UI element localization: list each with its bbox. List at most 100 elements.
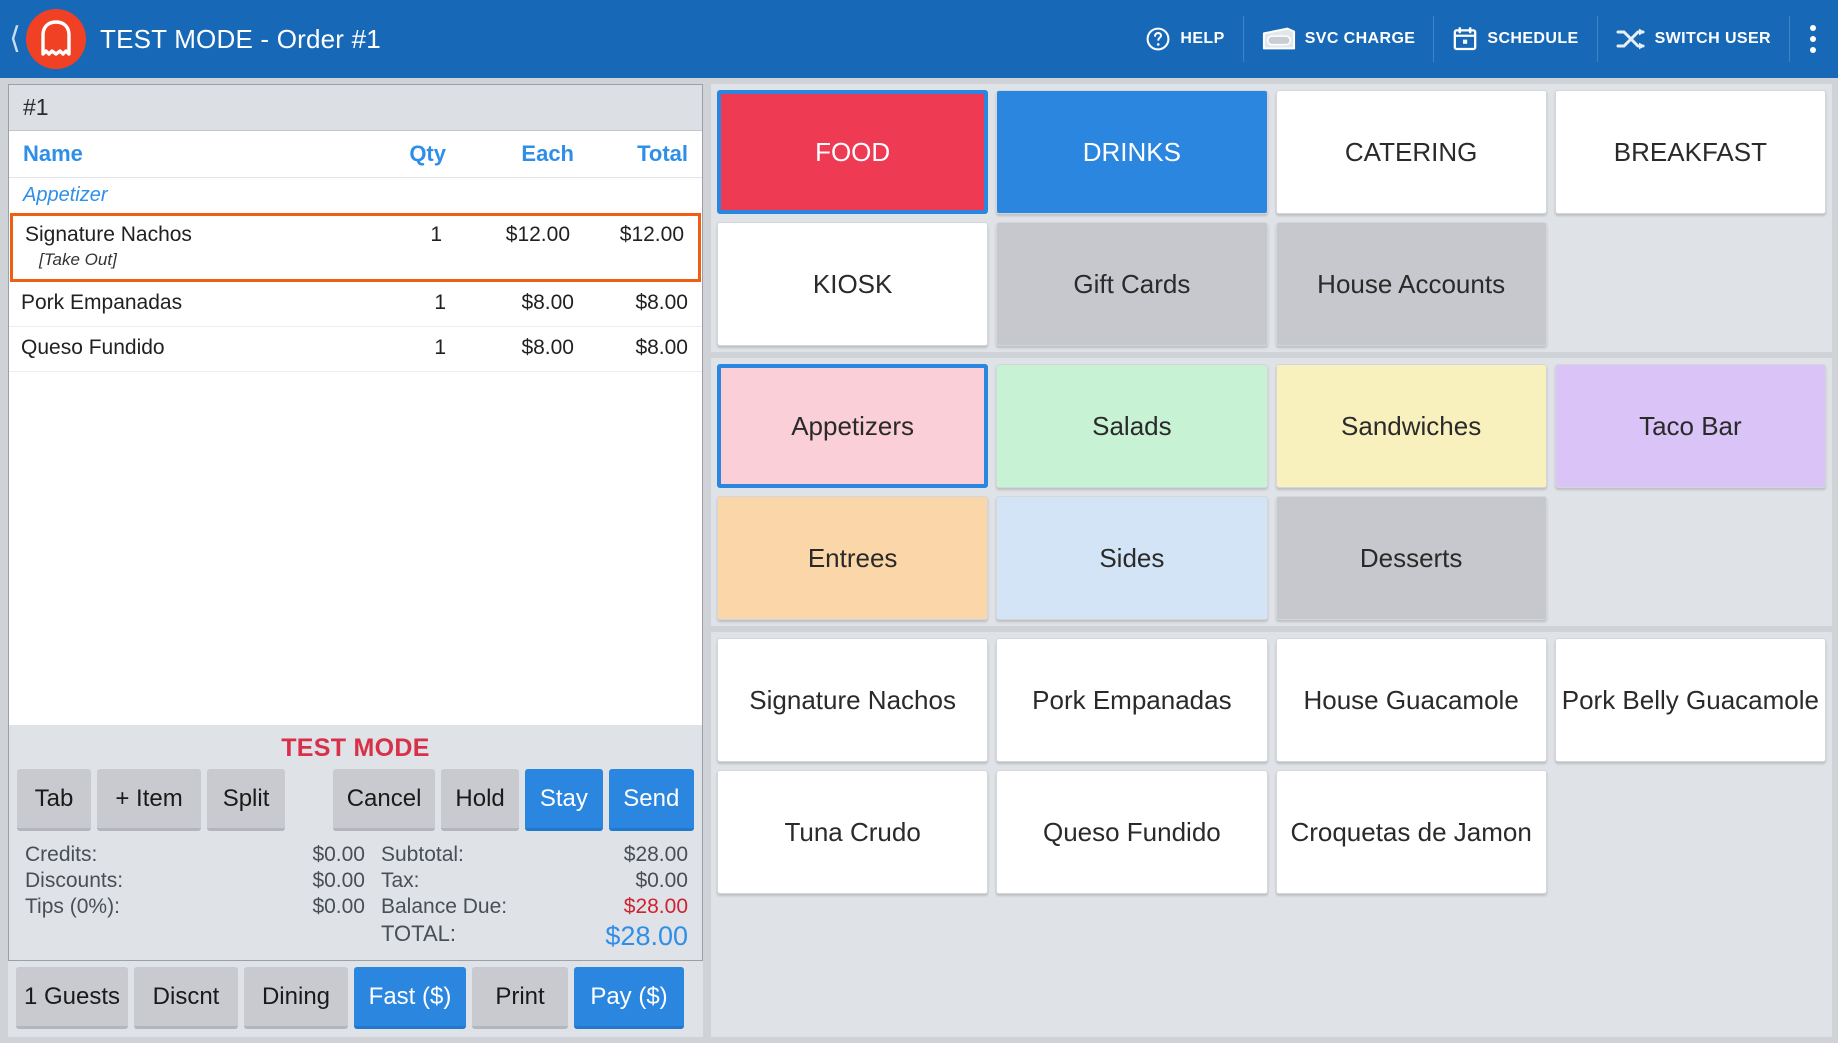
item-tile-signature-nachos[interactable]: Signature Nachos <box>717 638 989 762</box>
order-ticket: #1 Name Qty Each Total Appetizer Signatu… <box>8 84 703 961</box>
order-group-label: Appetizer <box>23 184 108 206</box>
sub-tile-desserts[interactable]: Desserts <box>1275 496 1547 620</box>
help-label: HELP <box>1180 30 1225 47</box>
fast-button[interactable]: Fast ($) <box>354 967 466 1029</box>
cash-bill-icon <box>1262 26 1296 52</box>
column-header-name: Name <box>23 141 83 166</box>
balance-due-label: Balance Due: <box>381 895 508 918</box>
order-lines-container: Signature Nachos [Take Out] 1 $12.00 $12.00 P… <box>9 213 702 372</box>
cat-tile-drinks[interactable]: DRINKS <box>996 90 1268 214</box>
sub-tile-entrees[interactable]: Entrees <box>717 496 989 620</box>
item-section: Signature Nachos Pork Empanadas House Guac… <box>711 632 1832 1037</box>
subtotal-label: Subtotal: <box>381 843 464 866</box>
cat-tile-breakfast[interactable]: BREAKFAST <box>1554 90 1826 214</box>
order-line-total: $8.00 <box>635 291 688 314</box>
category-grid: FOOD DRINKS CATERING BREAKFAST KIOSK Gift Car… <box>717 90 1826 346</box>
item-tile-queso-fundido[interactable]: Queso Fundido <box>996 770 1268 894</box>
item-tile-croquetas-de-jamon[interactable]: Croquetas de Jamon <box>1275 770 1547 894</box>
cat-tile-kiosk[interactable]: KIOSK <box>717 222 989 346</box>
svc-charge-button[interactable]: SVC CHARGE <box>1242 16 1434 62</box>
sub-tile-appetizers[interactable]: Appetizers <box>717 364 989 488</box>
order-line-name-cell: Pork Empanadas <box>9 291 354 315</box>
menu-panel: FOOD DRINKS CATERING BREAKFAST KIOSK Gift Car… <box>707 78 1838 1043</box>
item-tile-pork-empanadas[interactable]: Pork Empanadas <box>996 638 1268 762</box>
1-guests-button[interactable]: 1 Guests <box>16 967 128 1029</box>
schedule-button[interactable]: SCHEDULE <box>1433 16 1596 62</box>
subcategory-grid: Appetizers Salads Sandwiches Taco Bar Entree… <box>717 364 1826 620</box>
column-header-total: Total <box>637 141 688 166</box>
order-line-item[interactable]: Queso Fundido 1 $8.00 $8.00 <box>9 327 702 372</box>
split-button[interactable]: Split <box>207 769 285 831</box>
cat-tile-gift-cards[interactable]: Gift Cards <box>996 222 1268 346</box>
grand-total-label: TOTAL: <box>381 921 456 946</box>
main-body: #1 Name Qty Each Total Appetizer Signatu… <box>0 78 1838 1043</box>
sub-tile-sandwiches[interactable]: Sandwiches <box>1275 364 1547 488</box>
item-tile-pork-belly-guacamole[interactable]: Pork Belly Guacamole <box>1554 638 1826 762</box>
discounts-value: $0.00 <box>312 869 365 892</box>
dining-button[interactable]: Dining <box>244 967 348 1029</box>
totals-spacer-b <box>240 921 365 952</box>
sub-tile-taco-bar[interactable]: Taco Bar <box>1554 364 1826 488</box>
cat-tile-food[interactable]: FOOD <box>717 90 989 214</box>
subcategory-section: Appetizers Salads Sandwiches Taco Bar Entree… <box>711 358 1832 626</box>
switch-user-button[interactable]: SWITCH USER <box>1596 16 1789 62</box>
order-line-qty: 1 <box>430 223 442 246</box>
cat-tile-house-accounts[interactable]: House Accounts <box>1275 222 1547 346</box>
hold-button[interactable]: Hold <box>441 769 519 831</box>
kebab-menu-icon[interactable] <box>1789 16 1838 62</box>
ticket-tab-bar: #1 <box>9 85 702 131</box>
order-totals: Credits: $0.00 Subtotal: $28.00 Discount… <box>9 837 702 960</box>
order-line-qty: 1 <box>434 291 446 314</box>
order-ticket-panel: #1 Name Qty Each Total Appetizer Signatu… <box>0 78 707 1043</box>
send-button[interactable]: Send <box>608 769 694 831</box>
sub-tile-sides[interactable]: Sides <box>996 496 1268 620</box>
item-tile-empty <box>1555 770 1826 894</box>
order-line-total: $12.00 <box>619 223 684 246</box>
item-grid: Signature Nachos Pork Empanadas House Guac… <box>717 638 1826 894</box>
bread-loaf-logo-icon <box>26 9 86 69</box>
top-app-bar: ⟨ TEST MODE - Order #1 HELP SVC CHARGE S… <box>0 0 1838 78</box>
category-section: FOOD DRINKS CATERING BREAKFAST KIOSK Gift Car… <box>711 84 1832 352</box>
ticket-bottom-buttons: 1 Guests Discnt Dining Fast ($) Print Pay ($) <box>8 961 703 1037</box>
cancel-button[interactable]: Cancel <box>332 769 436 831</box>
item-tile-tuna-crudo[interactable]: Tuna Crudo <box>717 770 989 894</box>
order-line-name-cell: Queso Fundido <box>9 336 354 360</box>
help-button[interactable]: HELP <box>1127 16 1242 62</box>
ticket-action-buttons: Tab + Item Split Cancel Hold Stay Send <box>9 769 702 837</box>
order-line-modifier: [Take Out] <box>39 250 117 269</box>
cat-tile-catering[interactable]: CATERING <box>1275 90 1547 214</box>
ticket-footer: TEST MODE Tab + Item Split Cancel Hold Stay Se… <box>9 725 702 960</box>
subtotal-value: $28.00 <box>623 843 688 866</box>
page-title: TEST MODE - Order #1 <box>100 23 381 54</box>
test-mode-banner: TEST MODE <box>281 734 430 762</box>
credits-label: Credits: <box>25 843 98 866</box>
pos-application: ⟨ TEST MODE - Order #1 HELP SVC CHARGE S… <box>0 0 1838 1043</box>
order-line-each: $8.00 <box>521 291 574 314</box>
item-tile-house-guacamole[interactable]: House Guacamole <box>1275 638 1547 762</box>
order-line-list: Appetizer Signature Nachos [Take Out] 1 $12… <box>9 178 702 725</box>
stay-button[interactable]: Stay <box>524 769 603 831</box>
item-button[interactable]: + Item <box>96 769 202 831</box>
totals-spacer-a <box>25 921 240 952</box>
tips-label: Tips (0%): <box>25 895 120 918</box>
ticket-tab-number[interactable]: #1 <box>23 94 49 121</box>
back-chevron-icon[interactable]: ⟨ <box>6 24 24 54</box>
order-line-item[interactable]: Signature Nachos [Take Out] 1 $12.00 $12.00 <box>10 213 701 282</box>
schedule-label: SCHEDULE <box>1487 30 1579 47</box>
balance-due-value: $28.00 <box>623 895 688 918</box>
shuffle-arrows-icon <box>1616 26 1646 52</box>
discnt-button[interactable]: Discnt <box>134 967 238 1029</box>
order-line-item[interactable]: Pork Empanadas 1 $8.00 $8.00 <box>9 282 702 327</box>
question-circle-icon <box>1145 26 1171 52</box>
tax-label: Tax: <box>381 869 420 892</box>
tab-button[interactable]: Tab <box>17 769 91 831</box>
print-button[interactable]: Print <box>472 967 568 1029</box>
pay-button[interactable]: Pay ($) <box>574 967 684 1029</box>
order-line-each: $12.00 <box>505 223 570 246</box>
tax-value: $0.00 <box>635 869 688 892</box>
cat-tile-empty <box>1555 222 1826 346</box>
order-line-name-cell: Signature Nachos [Take Out] <box>13 223 350 270</box>
sub-tile-salads[interactable]: Salads <box>996 364 1268 488</box>
order-line-name: Signature Nachos <box>25 223 192 246</box>
calendar-icon <box>1452 26 1478 52</box>
